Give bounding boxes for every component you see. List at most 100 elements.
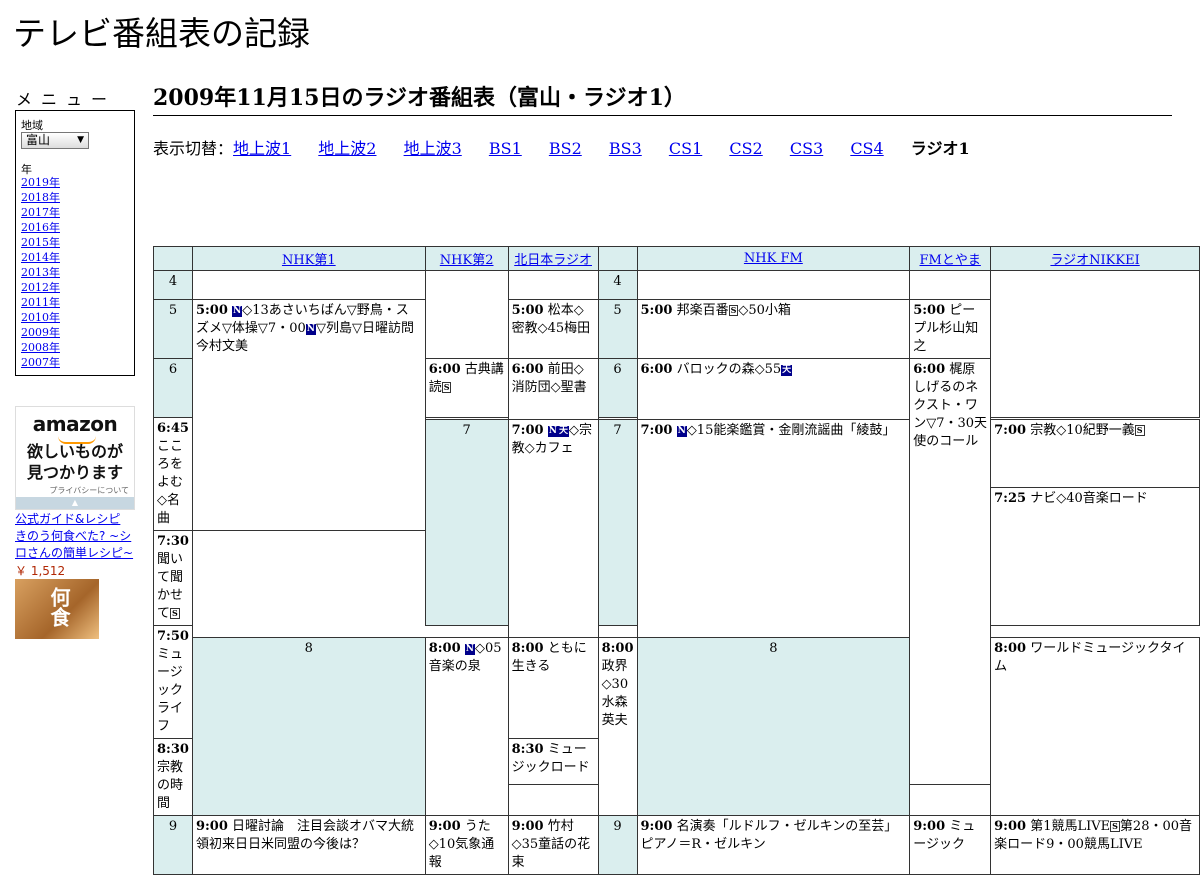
ad-product-link[interactable]: 公式ガイド&レシピ きのう何食べた? ~シロさんの簡単レシピ~ bbox=[15, 511, 135, 562]
program-time: 9:00 bbox=[913, 819, 946, 834]
year-link[interactable]: 2012年 bbox=[21, 280, 60, 295]
program-cell[interactable]: 7:25 ナビ◇40音楽ロード bbox=[990, 487, 1200, 626]
program-cell[interactable]: 6:00 バロックの森◇55天 bbox=[636, 358, 911, 420]
year-link[interactable]: 2015年 bbox=[21, 235, 60, 250]
program-title: 第1競馬LIVE bbox=[1030, 819, 1111, 834]
switch-link[interactable]: CS4 bbox=[850, 139, 883, 158]
program-cell[interactable]: 8:30 宗教の時間 bbox=[153, 738, 193, 816]
program-cell[interactable]: 7:50 ミュージックライフ bbox=[153, 625, 193, 739]
switch-link[interactable]: CS1 bbox=[669, 139, 702, 158]
program-cell[interactable]: 5:00 N◇13あさいちばん▽野鳥・スズメ▽体操▽7・00N▽列島▽日曜訪問 … bbox=[191, 299, 426, 531]
year-link[interactable]: 2019年 bbox=[21, 175, 60, 190]
program-title: ミュージックライフ bbox=[157, 647, 184, 734]
program-cell-empty bbox=[424, 270, 509, 359]
program-cell[interactable]: 7:30 聞いて聞かせて S bbox=[153, 530, 193, 626]
program-time: 7:00 bbox=[511, 423, 544, 438]
program-cell[interactable]: 5:00 松本◇密教◇45梅田 bbox=[507, 299, 599, 359]
channel-header-row: NHK第1 NHK第2 北日本ラジオ NHK FM FMとやま ラジオNIKKE… bbox=[153, 246, 1200, 271]
program-title: 政界◇30水森英夫 bbox=[601, 659, 629, 728]
ad-tagline-line-1: 欲しいものが bbox=[26, 442, 123, 461]
year-link[interactable]: 2013年 bbox=[21, 265, 60, 280]
year-link[interactable]: 2011年 bbox=[21, 295, 60, 310]
program-cell[interactable]: 5:00 邦楽百番 S ◇50小箱 bbox=[636, 299, 911, 359]
switch-link[interactable]: 地上波2 bbox=[318, 139, 376, 158]
corner-cell bbox=[597, 246, 638, 271]
ad-product-image[interactable]: 何食 bbox=[15, 579, 99, 639]
amazon-logo: amazon bbox=[32, 412, 118, 436]
region-select[interactable]: 富山 ▼ bbox=[21, 132, 89, 149]
switch-link[interactable]: 地上波1 bbox=[233, 139, 291, 158]
stereo-icon: S bbox=[170, 608, 180, 619]
chevron-down-icon: ▼ bbox=[77, 135, 84, 145]
switch-link[interactable]: 地上波3 bbox=[404, 139, 462, 158]
switch-link[interactable]: CS3 bbox=[790, 139, 823, 158]
channel-link-radionikkei[interactable]: ラジオNIKKEI bbox=[1050, 253, 1139, 268]
switch-link[interactable]: CS2 bbox=[729, 139, 762, 158]
program-cell[interactable]: 7:00 宗教◇10紀野一義 S bbox=[990, 419, 1200, 488]
switch-link[interactable]: BS2 bbox=[549, 139, 582, 158]
program-time: 8:00 bbox=[994, 641, 1027, 656]
program-cell[interactable]: 8:00 政界◇30水森英夫 bbox=[597, 637, 638, 816]
program-cell[interactable]: 6:00 梶原しげるのネクスト・ワン▽7・30天使のコール bbox=[909, 358, 992, 785]
program-title: バロックの森◇55 bbox=[676, 362, 782, 377]
ad-privacy-link[interactable]: プライバシーについて bbox=[49, 485, 129, 496]
hour-cell: 5 bbox=[153, 299, 193, 359]
program-cell[interactable]: 8:00 ともに生きる bbox=[507, 637, 599, 739]
year-link[interactable]: 2009年 bbox=[21, 325, 60, 340]
channel-link-nhk1[interactable]: NHK第1 bbox=[282, 253, 336, 268]
program-time: 7:30 bbox=[157, 534, 189, 549]
program-time: 8:00 bbox=[601, 641, 634, 656]
program-time: 9:00 bbox=[994, 819, 1027, 834]
program-time: 9:00 bbox=[195, 819, 228, 834]
program-cell[interactable]: 9:00 第1競馬LIVE S 第28・00音楽ロード9・00競馬LIVE bbox=[990, 815, 1200, 875]
program-cell[interactable]: 6:45 こころをよむ◇名曲 bbox=[153, 417, 193, 531]
stereo-icon: S bbox=[1134, 425, 1145, 436]
program-cell[interactable]: 7:00 N 天◇宗教◇カフェ bbox=[507, 419, 599, 638]
program-title: ナビ◇40音楽ロード bbox=[1030, 491, 1148, 506]
year-link[interactable]: 2017年 bbox=[21, 205, 60, 220]
program-cell[interactable]: 9:00 日曜討論 注目会談オバマ大統領初来日日米同盟の今後は？ bbox=[191, 815, 426, 875]
program-cell[interactable]: 9:00 名演奏「ルドルフ・ゼルキンの至芸」ピアノ＝R・ゼルキン bbox=[636, 815, 911, 875]
program-cell[interactable]: 6:00 古典講読 S bbox=[424, 358, 509, 418]
year-link[interactable]: 2018年 bbox=[21, 190, 60, 205]
program-cell[interactable]: 8:00 N◇05音楽の泉 bbox=[424, 637, 509, 816]
schedule-table: NHK第1 NHK第2 北日本ラジオ NHK FM FMとやま ラジオNIKKE… bbox=[153, 246, 1200, 875]
program-time: 9:00 bbox=[428, 819, 461, 834]
switch-link[interactable]: BS3 bbox=[609, 139, 642, 158]
program-cell[interactable]: 8:00 ワールドミュージックタイム bbox=[990, 637, 1200, 816]
program-cell[interactable]: 5:00 ピープル杉山知之 bbox=[909, 299, 992, 359]
program-cell[interactable]: 9:00 竹村◇35童話の花束 bbox=[507, 815, 599, 875]
year-link[interactable]: 2008年 bbox=[21, 340, 60, 355]
program-time: 6:45 bbox=[157, 421, 189, 436]
stereo-icon: S bbox=[728, 305, 739, 316]
channel-link-nhkfm[interactable]: NHK FM bbox=[744, 251, 803, 266]
year-link[interactable]: 2014年 bbox=[21, 250, 60, 265]
hour-cell: 7 bbox=[424, 419, 509, 626]
channel-header: ラジオNIKKEI bbox=[990, 246, 1200, 271]
program-title: 宗教の時間 bbox=[157, 760, 184, 811]
program-time: 6:00 bbox=[913, 362, 946, 377]
stereo-icon: S bbox=[441, 382, 452, 393]
ad-collapse-bar[interactable]: ▲ bbox=[16, 497, 134, 509]
hour-cell: 8 bbox=[191, 637, 426, 816]
year-link[interactable]: 2007年 bbox=[21, 355, 60, 370]
program-cell-empty bbox=[990, 270, 1200, 418]
switch-link[interactable]: BS1 bbox=[489, 139, 522, 158]
site-title: テレビ番組表の記録 bbox=[13, 14, 310, 53]
program-time: 8:00 bbox=[428, 641, 461, 656]
program-cell[interactable]: 7:00 N◇15能楽鑑賞・金剛流謡曲「綾鼓」 bbox=[636, 419, 911, 638]
year-link[interactable]: 2016年 bbox=[21, 220, 60, 235]
year-link[interactable]: 2010年 bbox=[21, 310, 60, 325]
hour-cell: 5 bbox=[597, 299, 638, 359]
amazon-ad-banner[interactable]: amazon 欲しいものが 見つかります プライバシーについて ▲ bbox=[15, 406, 135, 510]
channel-link-nhk2[interactable]: NHK第2 bbox=[440, 253, 494, 268]
ad-tagline-line-2: 見つかります bbox=[26, 463, 123, 482]
program-cell[interactable]: 8:30 ミュージックロード bbox=[507, 738, 599, 785]
switch-current: ラジオ1 bbox=[910, 139, 970, 158]
program-cell[interactable]: 6:00 前田◇消防団◇聖書 bbox=[507, 358, 599, 420]
channel-link-fmtoyama[interactable]: FMとやま bbox=[920, 253, 981, 268]
program-time: 7:00 bbox=[640, 423, 673, 438]
program-cell[interactable]: 9:00 うた◇10気象通報 bbox=[424, 815, 509, 875]
program-cell[interactable]: 9:00 ミュージック bbox=[909, 815, 992, 875]
channel-link-knb[interactable]: 北日本ラジオ bbox=[514, 253, 592, 268]
